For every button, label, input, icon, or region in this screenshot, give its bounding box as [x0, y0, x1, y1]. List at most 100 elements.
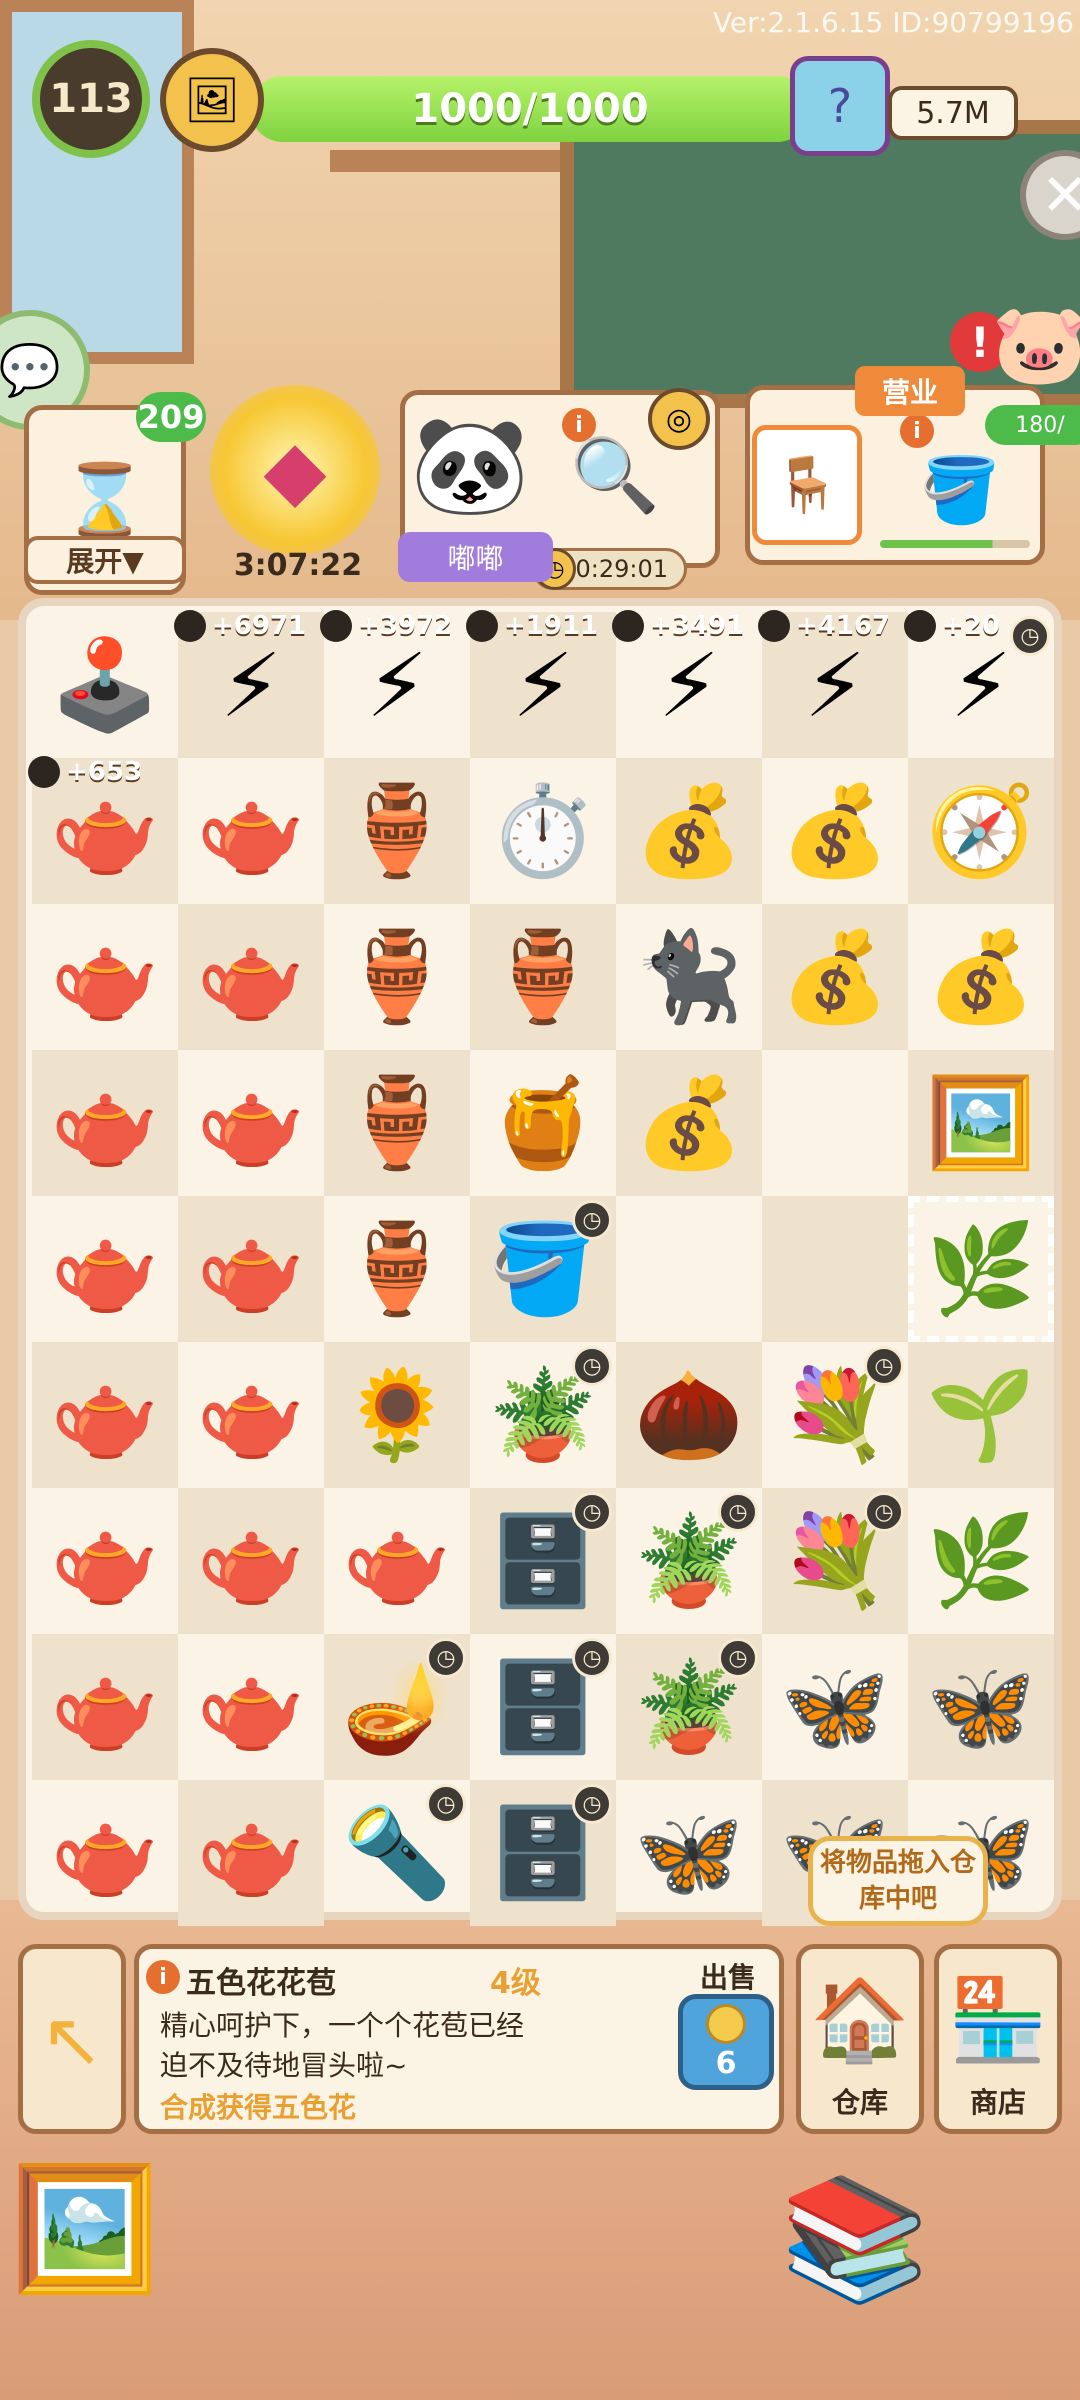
- sell-label: 出售: [700, 1961, 757, 1994]
- board-cell[interactable]: [762, 1196, 908, 1342]
- piggy-bank-progress: 180/: [985, 405, 1080, 445]
- board-cell[interactable]: 🐈‍⬛: [616, 904, 762, 1050]
- album-medal-icon[interactable]: 🖼: [160, 48, 264, 152]
- board-cell[interactable]: 🦋: [762, 1634, 908, 1780]
- board-cell[interactable]: 🗄️ ◷: [470, 1634, 616, 1780]
- board-cell[interactable]: 🌿: [908, 1196, 1054, 1342]
- piggy-bank-icon[interactable]: 🐷: [985, 290, 1080, 400]
- board-item-icon: 🏺: [342, 925, 452, 1028]
- player-level-value: 113: [49, 76, 133, 122]
- warehouse-tooltip: 将物品拖入仓库中吧: [808, 1836, 988, 1926]
- board-cell[interactable]: 🔦 ◷: [324, 1780, 470, 1926]
- board-item-icon: ⚡: [366, 633, 428, 737]
- board-cell[interactable]: 🫖: [178, 1488, 324, 1634]
- shop-button[interactable]: 🏪 商店: [934, 1944, 1062, 2134]
- board-cell[interactable]: 🪴 ◷: [470, 1342, 616, 1488]
- cat-bonus-badge: +653: [26, 754, 148, 790]
- board-item-icon: 🦋: [780, 1655, 890, 1758]
- board-cell[interactable]: 🪴 ◷: [616, 1488, 762, 1634]
- board-cell[interactable]: ⚡ +20 ◷: [903, 610, 1054, 758]
- board-cell[interactable]: 🗄️ ◷: [470, 1780, 616, 1926]
- board-cell[interactable]: 🌿: [908, 1488, 1054, 1634]
- board-item-icon: 🫖: [50, 1509, 160, 1612]
- board-cell[interactable]: 🫖: [32, 1634, 178, 1780]
- bench-icon: 🪑: [752, 425, 862, 545]
- board-cell[interactable]: 🏺: [324, 904, 470, 1050]
- board-cell[interactable]: 🫖: [32, 1196, 178, 1342]
- board-cell[interactable]: 💐 ◷: [762, 1488, 908, 1634]
- board-cell[interactable]: 💐 ◷: [762, 1342, 908, 1488]
- warehouse-button[interactable]: 🏠 仓库: [796, 1944, 924, 2134]
- board-cell[interactable]: 🏺: [324, 1196, 470, 1342]
- board-cell[interactable]: 🌱: [908, 1342, 1054, 1488]
- coin-balance[interactable]: 5.7M: [888, 86, 1018, 140]
- board-item-icon: 🦋: [926, 1655, 1036, 1758]
- player-level-badge[interactable]: 113: [32, 40, 150, 158]
- board-cell[interactable]: 💰: [762, 758, 908, 904]
- board-cell[interactable]: 💰: [908, 904, 1054, 1050]
- board-cell[interactable]: 🫖 +653: [28, 756, 178, 904]
- board-cell[interactable]: 💰: [762, 904, 908, 1050]
- board-cell[interactable]: 🫖: [32, 904, 178, 1050]
- board-cell[interactable]: 🏺: [324, 1050, 470, 1196]
- books-decoration: 📚: [780, 2170, 930, 2309]
- board-cell[interactable]: 🍯: [470, 1050, 616, 1196]
- mystery-box-icon[interactable]: ?: [790, 56, 890, 156]
- board-cell[interactable]: 🫖: [32, 1050, 178, 1196]
- board-cell[interactable]: 🌻: [324, 1342, 470, 1488]
- board-item-icon: 🫖: [196, 925, 306, 1028]
- board-cell[interactable]: 🫖: [178, 1780, 324, 1926]
- board-cell[interactable]: 🖼️: [908, 1050, 1054, 1196]
- board-cell[interactable]: 🪣 ◷: [470, 1196, 616, 1342]
- board-item-icon: 🫖: [196, 1217, 306, 1320]
- board-cell[interactable]: 🪴 ◷: [616, 1634, 762, 1780]
- board-cell[interactable]: 🫖: [32, 1342, 178, 1488]
- board-cell[interactable]: ⏱️: [470, 758, 616, 904]
- board-cell[interactable]: 🦋: [616, 1780, 762, 1926]
- back-arrow-button[interactable]: ↖: [18, 1944, 126, 2134]
- board-cell[interactable]: 🫖: [178, 758, 324, 904]
- board-cell[interactable]: 🫖: [178, 1634, 324, 1780]
- board-cell[interactable]: 💰: [616, 758, 762, 904]
- board-cell[interactable]: ⚡ +6971: [174, 610, 324, 758]
- board-item-icon: 🫖: [196, 1655, 306, 1758]
- customer-name: 嘟嘟: [398, 532, 553, 582]
- board-cell[interactable]: 🏺: [470, 904, 616, 1050]
- board-cell[interactable]: ⚡ +1911: [466, 610, 616, 758]
- board-cell[interactable]: 🫖: [178, 1050, 324, 1196]
- board-item-icon: 🫖: [196, 1071, 306, 1174]
- board-cell[interactable]: 🧭: [908, 758, 1054, 904]
- easel-decoration: 🖼️: [10, 2160, 160, 2299]
- board-item-icon: ⚡: [220, 633, 282, 737]
- board-cell[interactable]: 🫖: [178, 904, 324, 1050]
- timer-icon: ◷: [864, 1346, 904, 1386]
- board-cell[interactable]: 🌰: [616, 1342, 762, 1488]
- board-cell[interactable]: ⚡ +3491: [612, 610, 762, 758]
- board-cell[interactable]: 🫖: [178, 1342, 324, 1488]
- board-cell[interactable]: 🗄️ ◷: [470, 1488, 616, 1634]
- board-cell[interactable]: 🫖: [324, 1488, 470, 1634]
- sell-button[interactable]: 6: [678, 1994, 774, 2090]
- board-item-icon: 🦋: [634, 1801, 744, 1904]
- board-cell[interactable]: 💰: [616, 1050, 762, 1196]
- board-cell[interactable]: ⚡ +3972: [320, 610, 470, 758]
- timer-icon: ◷: [572, 1346, 612, 1386]
- board-cell[interactable]: 🦋: [908, 1634, 1054, 1780]
- board-cell[interactable]: 🫖: [32, 1488, 178, 1634]
- board-cell[interactable]: 🪔 ◷: [324, 1634, 470, 1780]
- board-item-icon: 🫖: [196, 1509, 306, 1612]
- expand-button[interactable]: 展开▼: [24, 536, 186, 584]
- board-item-icon: ⚡: [658, 633, 720, 737]
- board-cell[interactable]: [616, 1196, 762, 1342]
- board-cell[interactable]: 🏺: [324, 758, 470, 904]
- board-cell[interactable]: ⚡ +4167: [758, 610, 908, 758]
- board-item-icon: 💰: [780, 925, 890, 1028]
- cat-bonus-badge: +1911: [464, 608, 604, 644]
- board-cell[interactable]: [762, 1050, 908, 1196]
- info-icon[interactable]: i: [146, 1960, 180, 1994]
- cat-bonus-badge: +3972: [318, 608, 458, 644]
- board-cell[interactable]: 🫖: [32, 1780, 178, 1926]
- board-cell[interactable]: 🕹️: [32, 612, 178, 758]
- gem-reward-icon[interactable]: ◆: [210, 385, 380, 555]
- board-cell[interactable]: 🫖: [178, 1196, 324, 1342]
